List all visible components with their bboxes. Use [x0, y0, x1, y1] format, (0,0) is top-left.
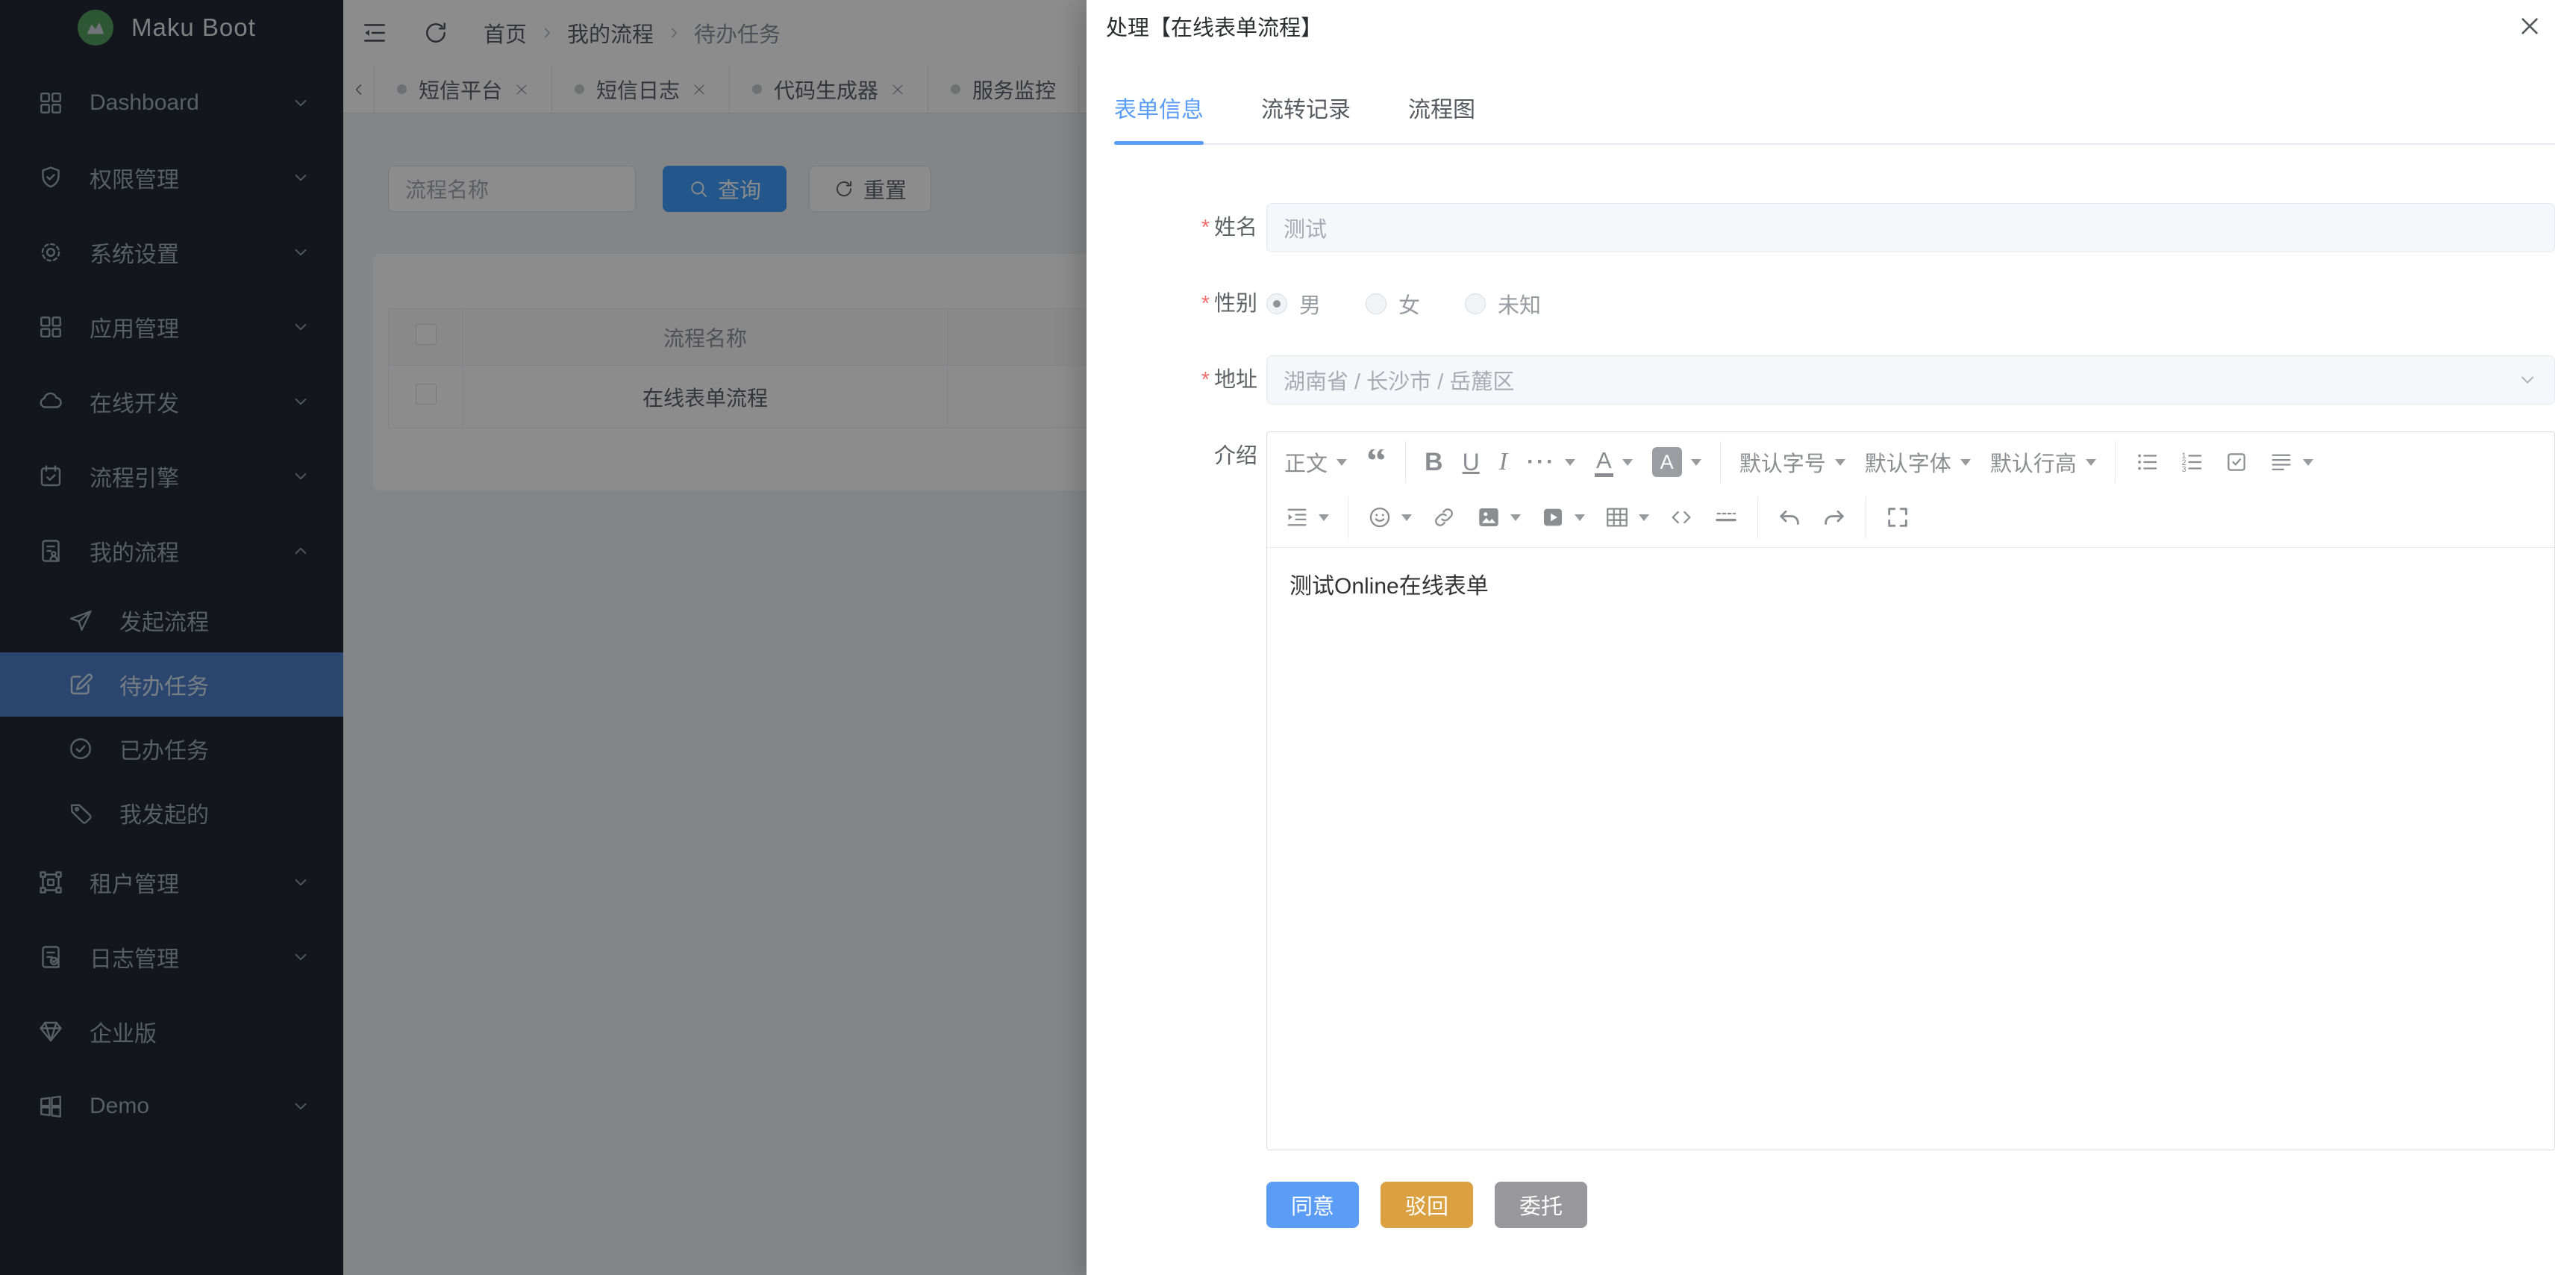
caret-icon: [2086, 459, 2096, 466]
caret-icon: [2303, 459, 2313, 466]
emoji-icon[interactable]: [1357, 505, 1422, 530]
font-family-select[interactable]: 默认字体: [1855, 446, 1981, 478]
toolbar-divider: [1757, 496, 1758, 538]
editor-content[interactable]: 测试Online在线表单: [1267, 548, 2554, 1150]
toolbar-divider: [1405, 441, 1406, 483]
form-row-intro: 介绍 正文 “ B U I ··· A A 默认字号: [1110, 431, 2555, 1150]
caret-icon: [1319, 514, 1329, 521]
form-row-gender: 性别 男 女 未知: [1110, 279, 2555, 328]
tab-flow-records[interactable]: 流转记录: [1261, 91, 1351, 143]
underline-icon[interactable]: U: [1453, 449, 1489, 476]
address-label: 地址: [1110, 355, 1266, 405]
image-icon[interactable]: [1466, 505, 1531, 530]
gender-label: 性别: [1110, 279, 1266, 328]
chevron-down-icon: [2517, 370, 2538, 390]
intro-text: 测试Online在线表单: [1289, 574, 1489, 599]
line-height-select[interactable]: 默认行高: [1981, 446, 2106, 478]
form-row-address: 地址 湖南省 / 长沙市 / 岳麓区: [1110, 355, 2555, 405]
fullscreen-icon[interactable]: [1875, 505, 1920, 530]
editor-toolbar: 正文 “ B U I ··· A A 默认字号 默认字体 默认行高: [1267, 432, 2554, 548]
bg-color-icon[interactable]: A: [1642, 447, 1711, 477]
radio-unknown[interactable]: 未知: [1465, 288, 1541, 319]
toolbar-divider: [2115, 441, 2116, 483]
italic-icon[interactable]: I: [1489, 448, 1517, 476]
radio-circle-checked: [1266, 293, 1287, 314]
radio-circle: [1366, 293, 1387, 314]
divider-icon[interactable]: [1704, 505, 1748, 530]
caret-icon: [1691, 459, 1701, 466]
caret-icon: [1575, 514, 1585, 521]
drawer-title: 处理【在线表单流程】: [1106, 10, 1322, 42]
caret-icon: [1835, 459, 1845, 466]
close-icon[interactable]: [2518, 14, 2542, 38]
process-drawer: 处理【在线表单流程】 表单信息 流转记录 流程图 姓名 测试 性别 男: [1087, 0, 2576, 1275]
more-styles-icon[interactable]: ···: [1517, 449, 1585, 475]
toolbar-divider: [1720, 441, 1721, 483]
caret-icon: [1639, 514, 1649, 521]
code-icon[interactable]: [1659, 505, 1704, 530]
radio-female[interactable]: 女: [1366, 288, 1420, 319]
bold-icon[interactable]: B: [1415, 448, 1453, 477]
reject-button[interactable]: 驳回: [1381, 1182, 1473, 1228]
caret-icon: [1337, 459, 1347, 466]
name-field[interactable]: 测试: [1266, 203, 2555, 252]
tab-flow-diagram[interactable]: 流程图: [1408, 91, 1475, 143]
ordered-list-icon[interactable]: [2169, 449, 2214, 475]
blockquote-icon[interactable]: “: [1357, 449, 1396, 475]
align-icon[interactable]: [2259, 449, 2323, 475]
drawer-header: 处理【在线表单流程】: [1087, 0, 2576, 52]
indent-icon[interactable]: [1275, 505, 1339, 530]
gender-radio-group: 男 女 未知: [1266, 279, 2555, 328]
caret-icon: [1622, 459, 1633, 466]
name-label: 姓名: [1110, 203, 1266, 252]
radio-circle: [1465, 293, 1486, 314]
redo-icon[interactable]: [1812, 505, 1857, 530]
caret-icon: [1960, 459, 1971, 466]
editor-toolbar-row-2: [1275, 490, 2547, 545]
address-value: 湖南省 / 长沙市 / 岳麓区: [1284, 364, 1514, 396]
drawer-body: 姓名 测试 性别 男 女 未知: [1087, 145, 2576, 1228]
rich-text-editor: 正文 “ B U I ··· A A 默认字号 默认字体 默认行高: [1266, 431, 2555, 1150]
caret-icon: [1510, 514, 1521, 521]
video-icon[interactable]: [1531, 505, 1595, 530]
paragraph-select[interactable]: 正文: [1275, 446, 1357, 478]
editor-toolbar-row-1: 正文 “ B U I ··· A A 默认字号 默认字体 默认行高: [1275, 434, 2547, 490]
undo-icon[interactable]: [1767, 505, 1812, 530]
font-color-icon[interactable]: A: [1585, 448, 1642, 477]
delegate-button[interactable]: 委托: [1495, 1182, 1587, 1228]
intro-label: 介绍: [1110, 431, 1266, 1150]
table-icon[interactable]: [1595, 505, 1659, 530]
todo-list-icon[interactable]: [2214, 449, 2259, 475]
link-icon[interactable]: [1422, 505, 1466, 530]
bullet-list-icon[interactable]: [2125, 449, 2169, 475]
caret-icon: [1565, 459, 1575, 466]
radio-male[interactable]: 男: [1266, 288, 1321, 319]
form-row-name: 姓名 测试: [1110, 203, 2555, 252]
drawer-tabs: 表单信息 流转记录 流程图: [1114, 91, 2555, 145]
tab-form-info[interactable]: 表单信息: [1114, 91, 1204, 143]
caret-icon: [1401, 514, 1412, 521]
name-value: 测试: [1284, 212, 1327, 243]
address-select[interactable]: 湖南省 / 长沙市 / 岳麓区: [1266, 355, 2555, 405]
drawer-actions: 同意 驳回 委托: [1266, 1182, 2555, 1228]
font-size-select[interactable]: 默认字号: [1730, 446, 1855, 478]
approve-button[interactable]: 同意: [1266, 1182, 1359, 1228]
